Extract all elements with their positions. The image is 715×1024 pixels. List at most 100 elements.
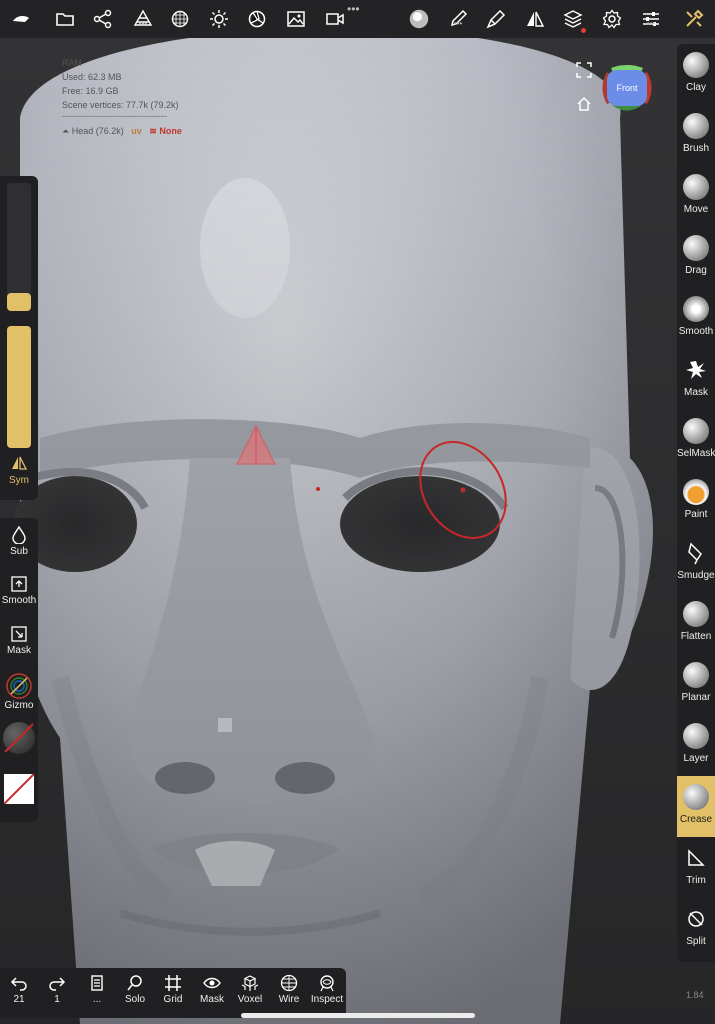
tool-layer[interactable]: Layer — [677, 715, 715, 776]
background-icon[interactable] — [285, 8, 307, 30]
material-preview-swatch[interactable] — [3, 722, 35, 754]
tool-planar[interactable]: Planar — [677, 654, 715, 715]
tool-split[interactable]: Split — [677, 898, 715, 959]
head-mesh[interactable] — [0, 38, 715, 1024]
intensity-slider[interactable] — [7, 326, 31, 448]
mask-label: Mask — [7, 645, 31, 656]
undo-count: 21 — [13, 994, 25, 1005]
shading-icon[interactable] — [246, 8, 268, 30]
drop-icon — [12, 526, 26, 544]
layers-icon[interactable] — [562, 8, 584, 30]
redo-button[interactable]: 1 — [38, 974, 76, 1005]
voxel-label: Voxel — [237, 994, 263, 1005]
camera-icon[interactable] — [324, 8, 346, 30]
gizmo-button[interactable]: Gizmo — [0, 672, 38, 711]
mask-icon — [683, 357, 709, 383]
mask-visibility-button[interactable]: Mask — [193, 974, 231, 1005]
home-indicator[interactable] — [241, 1013, 475, 1018]
tool-smudge-label: Smudge — [677, 570, 715, 581]
nomad-logo-icon[interactable] — [10, 8, 32, 30]
symmetry-icon — [12, 456, 28, 470]
view-cube[interactable]: Front — [601, 64, 653, 112]
mesh-name[interactable]: Head (76.2k) — [72, 126, 124, 136]
undo-button[interactable]: 21 — [0, 974, 38, 1005]
inspect-label: Inspect — [310, 994, 344, 1005]
sym-toggle[interactable]: Sym — [0, 456, 38, 486]
bottom-toolbar: 21 1 ... Solo Grid Mask Voxel Wire Inspe… — [0, 968, 346, 1018]
redo-icon — [49, 977, 66, 991]
left-tool-panel: Sub Smooth Mask Gizmo — [0, 518, 38, 822]
mask-shortcut[interactable]: Mask — [0, 625, 38, 656]
tool-crease[interactable]: Crease — [677, 776, 715, 837]
voxel-button[interactable]: Voxel — [231, 974, 269, 1005]
more-dots: ••• — [453, 19, 463, 28]
topology-icon[interactable] — [169, 8, 191, 30]
grid-button[interactable]: Grid — [154, 974, 192, 1005]
tool-selmask[interactable]: SelMask — [677, 410, 715, 471]
tool-brush[interactable]: Brush — [677, 105, 715, 166]
tool-trim[interactable]: Trim — [677, 837, 715, 898]
ram-free: Free: 16.9 GB — [62, 86, 119, 96]
brush-icon — [683, 113, 709, 139]
tool-smooth[interactable]: Smooth — [677, 288, 715, 349]
tool-paint[interactable]: Paint — [677, 471, 715, 532]
tool-mask-label: Mask — [684, 387, 708, 398]
tool-smudge[interactable]: Smudge — [677, 532, 715, 593]
tool-paint-label: Paint — [684, 509, 708, 520]
undo-icon — [10, 977, 27, 991]
active-layer-label: None — [159, 126, 182, 136]
mesh-info-row: ⏶ Head (76.2k) uv ≋ None — [62, 124, 182, 138]
eye-icon — [203, 977, 221, 989]
intensity-slider-fill — [7, 326, 31, 448]
tool-flatten-label: Flatten — [680, 631, 712, 642]
smudge-icon — [683, 540, 709, 566]
solo-button[interactable]: Solo — [116, 974, 154, 1005]
gizmo-label: Gizmo — [4, 700, 34, 711]
paint-icon[interactable]: ••• — [447, 8, 469, 30]
layers-stack-icon: ≋ — [149, 126, 157, 136]
sculpt-viewport[interactable] — [0, 38, 715, 1024]
tool-brush-label: Brush — [682, 143, 710, 154]
tool-clay[interactable]: Clay — [677, 44, 715, 105]
history-button[interactable]: ... — [78, 974, 116, 1005]
lighting-icon[interactable] — [208, 8, 230, 30]
mask-shortcut-icon — [11, 626, 27, 642]
color-swatch[interactable] — [3, 773, 35, 805]
primitives-icon[interactable]: ••• — [132, 8, 154, 30]
scene-graph-icon[interactable] — [92, 8, 114, 30]
brush-slider-panel: Sym — [0, 176, 38, 500]
version-label: 1.84 — [686, 990, 704, 1000]
inspect-button[interactable]: Inspect — [308, 974, 346, 1005]
toolbar-more-dots[interactable]: ••• — [347, 2, 360, 16]
tool-mask[interactable]: Mask — [677, 349, 715, 410]
radius-slider[interactable] — [7, 183, 31, 311]
tool-drag[interactable]: Drag — [677, 227, 715, 288]
interface-icon[interactable]: ••• — [640, 8, 662, 30]
wire-label: Wire — [278, 994, 300, 1005]
planar-icon — [683, 662, 709, 688]
home-view-icon[interactable] — [576, 96, 592, 112]
settings-icon[interactable] — [601, 8, 623, 30]
stroke-icon[interactable] — [485, 8, 507, 30]
tool-flatten[interactable]: Flatten — [677, 593, 715, 654]
brush-cursor-center — [460, 487, 466, 493]
info-separator: ----------------------------------- — [62, 111, 167, 121]
symmetry-icon[interactable] — [524, 8, 546, 30]
sub-toggle[interactable]: Sub — [0, 526, 38, 557]
frame-view-icon[interactable] — [576, 62, 592, 78]
view-cube-front-face[interactable]: Front — [607, 70, 647, 106]
folder-icon[interactable] — [54, 8, 76, 30]
wire-button[interactable]: Wire — [270, 974, 308, 1005]
tool-planar-label: Planar — [681, 692, 711, 703]
material-icon[interactable] — [406, 6, 432, 32]
tool-move[interactable]: Move — [677, 166, 715, 227]
tool-move-label: Move — [683, 204, 709, 215]
scene-info-overlay: RAM Used: 62.3 MB Free: 16.9 GB Scene ve… — [62, 56, 182, 138]
history-icon — [91, 975, 103, 991]
smooth-shortcut[interactable]: Smooth — [0, 575, 38, 606]
scene-vertices: Scene vertices: 77.7k (79.2k) — [62, 100, 179, 110]
tools-icon[interactable] — [683, 8, 705, 30]
grid-icon — [165, 975, 181, 991]
smooth-icon — [683, 296, 709, 322]
grid-label: Grid — [163, 994, 183, 1005]
